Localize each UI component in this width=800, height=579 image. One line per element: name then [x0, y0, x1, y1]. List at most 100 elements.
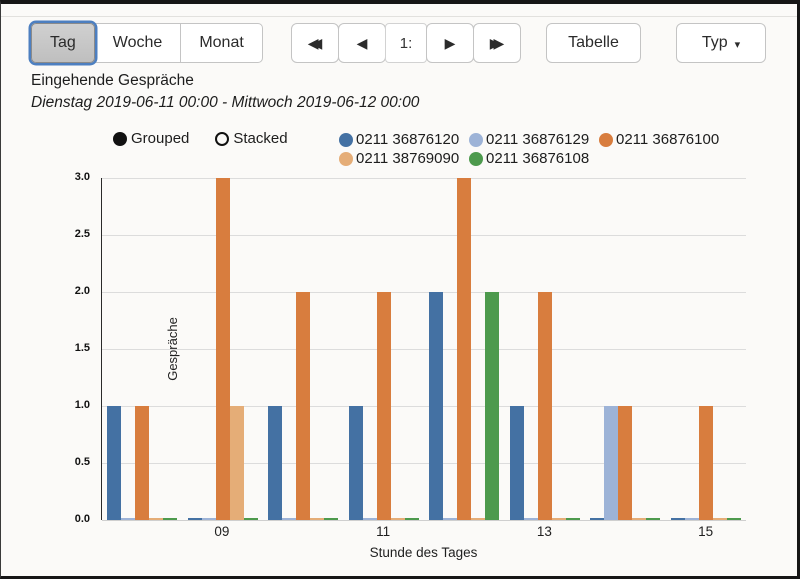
tab-week[interactable]: Woche [93, 23, 182, 63]
y-tick-label: 1.0 [74, 399, 90, 411]
x-tick-label [585, 524, 666, 539]
x-tick-label: 13 [536, 524, 552, 539]
bar-0211-36876100-h10[interactable] [296, 292, 311, 520]
legend-label: 0211 38769090 [356, 150, 460, 167]
report-window: Tag Woche Monat ◀◀ ◀ 1: ▶ ▶▶ Tabelle Typ… [0, 0, 800, 579]
legend-item-0[interactable]: 0211 36876120 [339, 130, 469, 149]
legend-swatch-icon [339, 151, 353, 166]
bar-0211-36876129-h15[interactable] [684, 518, 699, 520]
bar-0211-38769090-h13[interactable] [551, 518, 566, 520]
bar-0211-36876129-h08[interactable] [121, 518, 136, 520]
bar-0211-36876100-h09[interactable] [215, 178, 230, 520]
legend-swatch-icon [469, 151, 483, 166]
bar-0211-36876108-h15[interactable] [726, 518, 741, 520]
bar-0211-36876108-h14[interactable] [646, 518, 661, 520]
date-input[interactable]: 1: [385, 23, 427, 63]
bar-0211-36876108-h11[interactable] [404, 518, 419, 520]
bar-group-hour-10 [263, 178, 344, 520]
legend-swatch-icon [469, 132, 483, 147]
x-tick-label [424, 524, 505, 539]
legend-item-4[interactable]: 0211 36876108 [469, 149, 599, 168]
fast-forward-button[interactable]: ▶▶ [473, 23, 521, 63]
bar-0211-36876120-h08[interactable] [107, 406, 122, 520]
bar-0211-36876129-h11[interactable] [362, 518, 377, 520]
legend-item-3[interactable]: 0211 38769090 [339, 149, 469, 168]
bar-chart-plot-area [101, 178, 747, 521]
legend-item-2[interactable]: 0211 36876100 [599, 130, 729, 149]
y-tick-label: 0.5 [74, 456, 90, 468]
bar-group-hour-09 [183, 178, 264, 520]
legend-label: 0211 36876129 [486, 131, 590, 148]
mode-stacked-label: Stacked [233, 130, 288, 147]
y-tick-label: 1.5 [74, 342, 90, 354]
type-dropdown-button[interactable]: Typ ▾ [676, 23, 766, 63]
bar-0211-36876129-h13[interactable] [523, 518, 538, 520]
bar-0211-36876120-h15[interactable] [670, 518, 685, 520]
mode-grouped-label: Grouped [131, 130, 190, 147]
legend-swatch-icon [339, 132, 353, 147]
radio-unselected-icon [215, 131, 230, 146]
tab-month[interactable]: Monat [180, 23, 263, 63]
bar-0211-36876120-h13[interactable] [509, 406, 524, 520]
bar-0211-38769090-h14[interactable] [632, 518, 647, 520]
bar-0211-36876108-h09[interactable] [243, 518, 258, 520]
y-tick-label: 2.5 [74, 228, 90, 240]
bar-0211-36876120-h10[interactable] [268, 406, 283, 520]
bar-0211-36876108-h12[interactable] [485, 292, 500, 520]
legend-item-1[interactable]: 0211 36876129 [469, 130, 599, 149]
y-tick-label: 0.0 [74, 513, 90, 525]
fast-backward-button[interactable]: ◀◀ [291, 23, 339, 63]
bar-0211-36876120-h12[interactable] [429, 292, 444, 520]
bar-0211-36876100-h14[interactable] [618, 406, 633, 520]
bar-0211-36876100-h12[interactable] [457, 178, 472, 520]
bar-0211-36876120-h14[interactable] [590, 518, 605, 520]
bar-group-hour-11 [344, 178, 425, 520]
bar-0211-38769090-h08[interactable] [149, 518, 164, 520]
bar-0211-36876120-h11[interactable] [348, 406, 363, 520]
chevron-down-icon: ▾ [734, 38, 741, 51]
x-axis-tick-labels: 09 11 13 15 [101, 524, 746, 539]
bar-0211-38769090-h15[interactable] [712, 518, 727, 520]
backward-button[interactable]: ◀ [338, 23, 386, 63]
forward-button[interactable]: ▶ [426, 23, 474, 63]
date-range-subtitle: Dienstag 2019-06-11 00:00 - Mittwoch 201… [31, 94, 420, 111]
bar-0211-36876129-h14[interactable] [604, 406, 619, 520]
y-tick-label: 2.0 [74, 285, 90, 297]
bar-0211-36876100-h13[interactable] [537, 292, 552, 520]
x-tick-label: 09 [214, 524, 230, 539]
bar-group-hour-13 [505, 178, 586, 520]
bar-0211-38769090-h12[interactable] [471, 518, 486, 520]
bar-group-hour-15 [666, 178, 747, 520]
bar-0211-36876120-h09[interactable] [187, 518, 202, 520]
x-tick-label: 15 [698, 524, 714, 539]
bar-mode-toggle: Grouped Stacked [113, 130, 288, 147]
legend-label: 0211 36876100 [616, 131, 720, 148]
mode-option-stacked[interactable]: Stacked [215, 130, 288, 147]
bar-0211-36876108-h10[interactable] [324, 518, 339, 520]
left-triangle-icon: ◀ [356, 34, 368, 51]
legend-label: 0211 36876108 [486, 150, 590, 167]
bar-0211-36876129-h09[interactable] [201, 518, 216, 520]
y-axis-tick-labels: 0.0 0.5 1.0 1.5 2.0 2.5 3.0 [53, 171, 95, 525]
bar-0211-36876129-h10[interactable] [282, 518, 297, 520]
tab-day[interactable]: Tag [31, 23, 95, 63]
mode-option-grouped[interactable]: Grouped [113, 130, 189, 147]
bar-0211-36876129-h12[interactable] [443, 518, 458, 520]
bar-0211-38769090-h09[interactable] [229, 406, 244, 520]
type-dropdown-label: Typ [701, 34, 728, 51]
series-legend: 0211 36876120 0211 36876129 0211 36876100 0… [339, 130, 739, 168]
bar-0211-36876108-h08[interactable] [163, 518, 178, 520]
bar-0211-38769090-h11[interactable] [390, 518, 405, 520]
gridline [102, 520, 746, 521]
double-right-triangle-icon: ▶▶ [489, 34, 504, 51]
bar-0211-36876100-h15[interactable] [698, 406, 713, 520]
bar-0211-36876100-h08[interactable] [135, 406, 150, 520]
table-button[interactable]: Tabelle [546, 23, 641, 63]
bar-group-hour-12 [424, 178, 505, 520]
bar-0211-36876108-h13[interactable] [565, 518, 580, 520]
bar-group-hour-08 [102, 178, 183, 520]
x-tick-label [262, 524, 343, 539]
bar-0211-38769090-h10[interactable] [310, 518, 325, 520]
bar-0211-36876100-h11[interactable] [376, 292, 391, 520]
legend-swatch-icon [599, 132, 613, 147]
